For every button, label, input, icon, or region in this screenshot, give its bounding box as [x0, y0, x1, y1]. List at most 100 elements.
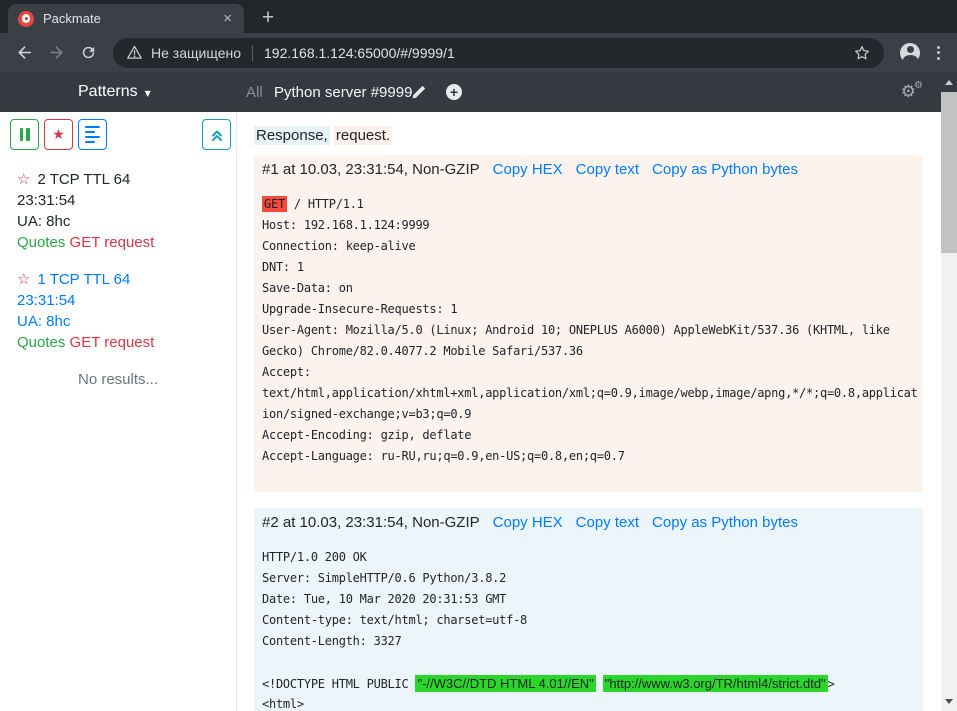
favorite-star-icon[interactable]: ☆ [17, 270, 30, 288]
browser-tab[interactable]: Packmate × [8, 4, 244, 33]
caret-down-icon: ▼ [145, 87, 151, 98]
triangle-up-icon [945, 80, 953, 85]
pause-capture-button[interactable] [10, 119, 39, 150]
payload-line: Host: 192.168.1.124:9999 [262, 215, 919, 236]
patterns-dropdown[interactable]: Patterns ▼ [78, 72, 151, 112]
payload-line: Accept-Language: ru-RU,ru;q=0.9,en-US;q=… [262, 446, 919, 467]
copy-action-link[interactable]: Copy HEX [493, 161, 563, 178]
app-body: ★ ☆2 TCP TTL 6423:31:54UA: 8hcQuotes GET… [0, 112, 941, 711]
payload-line [262, 652, 919, 673]
browser-toolbar: Не защищено 192.168.1.124:65000/#/9999/1 [0, 33, 957, 72]
legend: Response, request. [254, 125, 923, 146]
stream-sidebar: ★ ☆2 TCP TTL 6423:31:54UA: 8hcQuotes GET… [0, 112, 237, 711]
stream-time: 23:31:54 [17, 190, 236, 211]
packet-payload: HTTP/1.0 200 OKServer: SimpleHTTP/0.6 Py… [262, 547, 919, 711]
payload-line: Server: SimpleHTTP/0.6 Python/3.8.2 [262, 568, 919, 589]
payload-line: <html> [262, 694, 919, 711]
stream-time: 23:31:54 [17, 290, 236, 311]
scrollbar-down-button[interactable] [945, 699, 953, 704]
stream-title: 1 TCP TTL 64 [37, 271, 130, 288]
stream-detail-panel: Response, request. #1 at 10.03, 23:31:54… [237, 112, 941, 711]
star-filled-icon: ★ [52, 127, 65, 143]
patterns-label: Patterns [78, 83, 138, 101]
payload-line: Gecko) Chrome/82.0.4077.2 Mobile Safari/… [262, 341, 919, 362]
forward-button[interactable] [43, 40, 69, 66]
payload-line: Upgrade-Insecure-Requests: 1 [262, 299, 919, 320]
omnibox-divider [252, 45, 253, 61]
payload-line: Accept-Encoding: gzip, deflate [262, 425, 919, 446]
copy-action-link[interactable]: Copy text [576, 514, 639, 531]
sidebar-toolbar: ★ [0, 119, 236, 150]
tab-title: Packmate [43, 11, 221, 26]
stream-user-agent: UA: 8hc [17, 211, 236, 232]
back-button[interactable] [11, 40, 37, 66]
reload-icon [80, 44, 97, 61]
stream-user-agent: UA: 8hc [17, 311, 236, 332]
copy-action-link[interactable]: Copy as Python bytes [652, 161, 798, 178]
browser-window: { "browser": { "tab_title": "Packmate", … [0, 0, 957, 711]
security-chip[interactable]: Не защищено [126, 44, 241, 61]
app-header: Patterns ▼ All Python server #9999 ⚙ ⚙ [0, 72, 941, 112]
favorites-filter-button[interactable]: ★ [44, 119, 73, 150]
page-scrollbar [941, 72, 957, 711]
payload-line: Accept: [262, 362, 919, 383]
tab-all-streams[interactable]: All [246, 72, 263, 112]
payload-line: User-Agent: Mozilla/5.0 (Linux; Android … [262, 320, 919, 341]
payload-line: Save-Data: on [262, 278, 919, 299]
scrollbar-up-button[interactable] [941, 72, 957, 92]
stream-tag: GET request [70, 234, 155, 251]
copy-action-link[interactable]: Copy as Python bytes [652, 514, 798, 531]
text-filter-button[interactable] [78, 119, 107, 150]
favorite-star-icon[interactable]: ☆ [17, 170, 30, 188]
stream-tag: Quotes [17, 234, 65, 251]
collapse-button[interactable] [202, 119, 231, 150]
pencil-icon [411, 85, 426, 100]
payload-line: GET / HTTP/1.1 [262, 194, 919, 215]
edit-pattern-button[interactable] [411, 72, 426, 112]
stream-list: ☆2 TCP TTL 6423:31:54UA: 8hcQuotes GET r… [0, 150, 236, 353]
stream-list-item[interactable]: ☆ 1 TCP TTL 64 23:31:54UA: 8hc Quotes GET r… [0, 269, 236, 353]
payload-line: HTTP/1.0 200 OK [262, 547, 919, 568]
no-results-text: No results... [0, 371, 236, 388]
payload-line: <!DOCTYPE HTML PUBLIC "-//W3C//DTD HTML … [262, 673, 919, 694]
payload-line [262, 467, 919, 488]
packet-payload: GET / HTTP/1.1Host: 192.168.1.124:9999Co… [262, 194, 919, 488]
bookmark-star-button[interactable] [853, 44, 871, 62]
copy-action-link[interactable]: Copy HEX [493, 514, 563, 531]
add-pattern-button[interactable] [446, 84, 462, 100]
packet-title: #1 at 10.03, 23:31:54, Non-GZIP [262, 161, 480, 178]
stream-tag: Quotes [17, 334, 65, 351]
payload-line: Date: Tue, 10 Mar 2020 20:31:53 GMT [262, 589, 919, 610]
payload-line: Connection: keep-alive [262, 236, 919, 257]
packmate-favicon [18, 11, 34, 27]
back-arrow-icon [15, 43, 34, 62]
stream-list-item[interactable]: ☆2 TCP TTL 6423:31:54UA: 8hcQuotes GET r… [0, 169, 236, 253]
bookmark-star-icon [853, 44, 871, 62]
legend-text: request. [334, 126, 392, 145]
new-tab-button[interactable]: + [254, 5, 282, 31]
address-bar[interactable]: Не защищено 192.168.1.124:65000/#/9999/1 [113, 38, 884, 68]
security-label: Не защищено [151, 45, 241, 61]
payload-line: ion/signed-exchange;v=b3;q=0.9 [262, 404, 919, 425]
packet-block-response: #2 at 10.03, 23:31:54, Non-GZIP Copy HEX C… [254, 508, 923, 711]
warning-triangle-icon [126, 44, 143, 61]
packet-title: #2 at 10.03, 23:31:54, Non-GZIP [262, 514, 480, 531]
scrollbar-thumb[interactable] [941, 92, 957, 253]
tab-current-pattern[interactable]: Python server #9999 [274, 72, 412, 112]
tab-strip: Packmate × + [0, 0, 957, 33]
settings-button[interactable]: ⚙ ⚙ [901, 72, 925, 112]
tab-close-icon[interactable]: × [221, 11, 234, 26]
legend-text: Response, [254, 126, 330, 145]
payload-line: DNT: 1 [262, 257, 919, 278]
align-left-icon [85, 126, 100, 144]
pause-icon [20, 128, 30, 141]
packet-list: #1 at 10.03, 23:31:54, Non-GZIP Copy HEX C… [254, 155, 923, 711]
payload-line: Content-Length: 3327 [262, 631, 919, 652]
browser-menu-button[interactable] [937, 46, 940, 60]
profile-avatar-button[interactable] [900, 43, 920, 63]
copy-action-link[interactable]: Copy text [576, 161, 639, 178]
url-text[interactable]: 192.168.1.124:65000/#/9999/1 [264, 45, 853, 61]
stream-tag: GET request [70, 334, 155, 351]
reload-button[interactable] [75, 40, 101, 66]
payload-line: text/html,application/xhtml+xml,applicat… [262, 383, 919, 404]
